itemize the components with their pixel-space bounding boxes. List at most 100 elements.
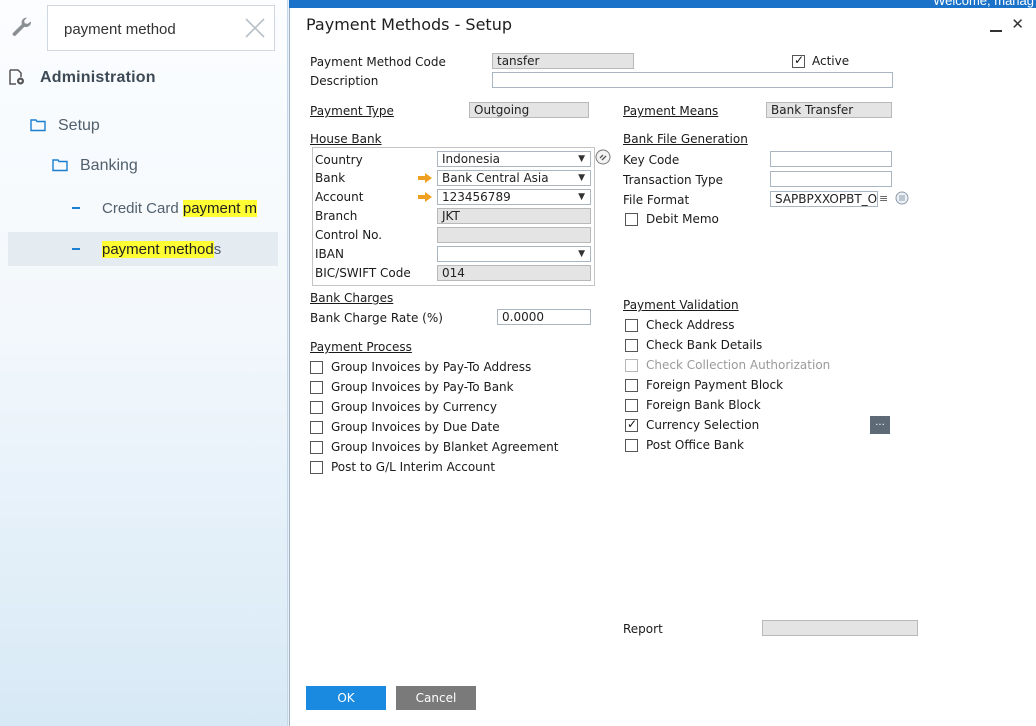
list-icon[interactable]: ≡	[879, 192, 888, 205]
tree-label-payment-methods: payment methods	[102, 240, 222, 258]
description-field[interactable]	[492, 72, 893, 88]
payment-validation-option-checkbox[interactable]	[625, 439, 638, 452]
payment-process-option-checkbox[interactable]	[310, 361, 323, 374]
search-box	[47, 5, 275, 51]
link-arrow-icon[interactable]	[418, 172, 432, 183]
payment-process-option-label: Group Invoices by Blanket Agreement	[331, 440, 559, 454]
payment-validation-option-label: Foreign Payment Block	[646, 378, 784, 392]
file-format-field[interactable]: SAPBPXXOPBT_OI	[770, 191, 878, 207]
payment-type-label: Payment Type	[310, 104, 394, 118]
transaction-type-field[interactable]	[770, 171, 892, 187]
report-field[interactable]	[762, 620, 918, 636]
branch-label: Branch	[315, 209, 358, 223]
folder-icon	[30, 118, 46, 135]
payment-validation-section-title: Payment Validation	[623, 298, 739, 312]
close-icon[interactable]	[242, 15, 268, 41]
payment-validation-option-label: Check Bank Details	[646, 338, 763, 352]
payment-means-label: Payment Means	[623, 104, 719, 118]
transaction-type-label: Transaction Type	[623, 173, 724, 187]
payment-process-option-checkbox[interactable]	[310, 461, 323, 474]
tree-label-banking: Banking	[80, 157, 138, 174]
payment-process-option-checkbox[interactable]	[310, 401, 323, 414]
control-no-field[interactable]	[437, 227, 591, 243]
tree-leaf-marker	[72, 248, 80, 250]
payment-validation-option-label: Check Address	[646, 318, 735, 332]
payment-validation-option-label: Currency Selection	[646, 418, 760, 432]
navigation-panel: Administration Setup Banking Credit Card…	[0, 0, 288, 726]
payment-validation-option-label: Check Collection Authorization	[646, 358, 831, 372]
minimize-button[interactable]	[990, 16, 1004, 34]
payment-process-option-checkbox[interactable]	[310, 441, 323, 454]
close-button[interactable]: ✕	[1011, 15, 1024, 33]
payment-process-option-checkbox[interactable]	[310, 381, 323, 394]
payment-means-field[interactable]: Bank Transfer	[766, 102, 892, 118]
bank-label: Bank	[315, 171, 346, 185]
bank-file-generation-section-title: Bank File Generation	[623, 132, 748, 146]
report-label: Report	[623, 622, 663, 636]
payment-validation-option-checkbox[interactable]	[625, 417, 638, 432]
tree-label-setup: Setup	[58, 117, 100, 134]
currency-selection-ellipsis-button[interactable]: ...	[870, 416, 890, 434]
tree-item-administration[interactable]: Administration	[8, 64, 156, 92]
tree-label-credit-card: Credit Card payment m	[102, 199, 258, 217]
house-bank-section-title: House Bank	[310, 132, 382, 146]
ok-button[interactable]: OK	[306, 686, 386, 710]
control-no-label: Control No.	[315, 228, 383, 242]
description-label: Description	[310, 74, 379, 88]
folder-icon	[52, 158, 68, 175]
payment-validation-option-checkbox[interactable]	[625, 379, 638, 392]
cancel-button[interactable]: Cancel	[396, 686, 476, 710]
payment-method-code-label: Payment Method Code	[310, 55, 446, 69]
bic-swift-field[interactable]: 014	[437, 265, 591, 281]
payment-process-option-checkbox[interactable]	[310, 421, 323, 434]
link-icon[interactable]	[595, 149, 611, 168]
country-select[interactable]: Indonesia	[437, 151, 591, 167]
active-checkbox[interactable]	[792, 53, 805, 68]
top-strip: Welcome, manag	[289, 0, 1036, 8]
active-label: Active	[812, 54, 850, 68]
bank-charge-rate-field[interactable]: 0.0000	[497, 309, 591, 325]
tree-item-payment-methods[interactable]: payment methods	[8, 232, 278, 266]
search-input[interactable]	[64, 19, 234, 39]
payment-method-code-field[interactable]: tansfer	[492, 53, 634, 69]
payment-process-section-title: Payment Process	[310, 340, 412, 354]
country-label: Country	[315, 153, 363, 167]
link-arrow-icon[interactable]	[418, 191, 432, 202]
file-format-label: File Format	[623, 193, 690, 207]
tree-leaf-marker	[72, 207, 80, 209]
tree-label-administration: Administration	[40, 69, 156, 86]
iban-select[interactable]	[437, 246, 591, 262]
key-code-label: Key Code	[623, 153, 680, 167]
payment-type-field[interactable]: Outgoing	[469, 102, 589, 118]
tree-item-banking[interactable]: Banking	[52, 153, 138, 179]
search-bar	[0, 0, 288, 57]
payment-process-option-label: Post to G/L Interim Account	[331, 460, 496, 474]
welcome-text: Welcome, manag	[933, 0, 1034, 8]
payment-process-option-label: Group Invoices by Currency	[331, 400, 497, 414]
iban-label: IBAN	[315, 247, 344, 261]
app-root: Administration Setup Banking Credit Card…	[0, 0, 1036, 726]
tree-item-credit-card-payment-methods[interactable]: Credit Card payment m	[72, 194, 258, 222]
payment-validation-option-checkbox	[625, 359, 638, 372]
debit-memo-checkbox[interactable]	[625, 213, 638, 226]
payment-validation-option-checkbox[interactable]	[625, 399, 638, 412]
payment-validation-option-checkbox[interactable]	[625, 319, 638, 332]
wrench-icon[interactable]	[0, 2, 44, 54]
branch-field[interactable]: JKT	[437, 208, 591, 224]
payment-validation-option-checkbox[interactable]	[625, 339, 638, 352]
key-code-field[interactable]	[770, 151, 892, 167]
tree-item-setup[interactable]: Setup	[30, 113, 100, 139]
bank-charge-rate-label: Bank Charge Rate (%)	[310, 311, 443, 325]
bic-swift-label: BIC/SWIFT Code	[315, 266, 411, 280]
payment-methods-dialog: Payment Methods - Setup ✕ Payment Method…	[289, 8, 1036, 726]
details-icon[interactable]	[895, 191, 909, 208]
dialog-title: Payment Methods - Setup	[306, 15, 512, 34]
payment-process-option-label: Group Invoices by Due Date	[331, 420, 500, 434]
bank-select[interactable]: Bank Central Asia	[437, 170, 591, 186]
payment-validation-option-label: Foreign Bank Block	[646, 398, 761, 412]
account-select[interactable]: 123456789	[437, 189, 591, 205]
payment-process-option-label: Group Invoices by Pay-To Address	[331, 360, 532, 374]
administration-icon	[8, 68, 26, 89]
payment-validation-option-label: Post Office Bank	[646, 438, 744, 452]
account-label: Account	[315, 190, 364, 204]
